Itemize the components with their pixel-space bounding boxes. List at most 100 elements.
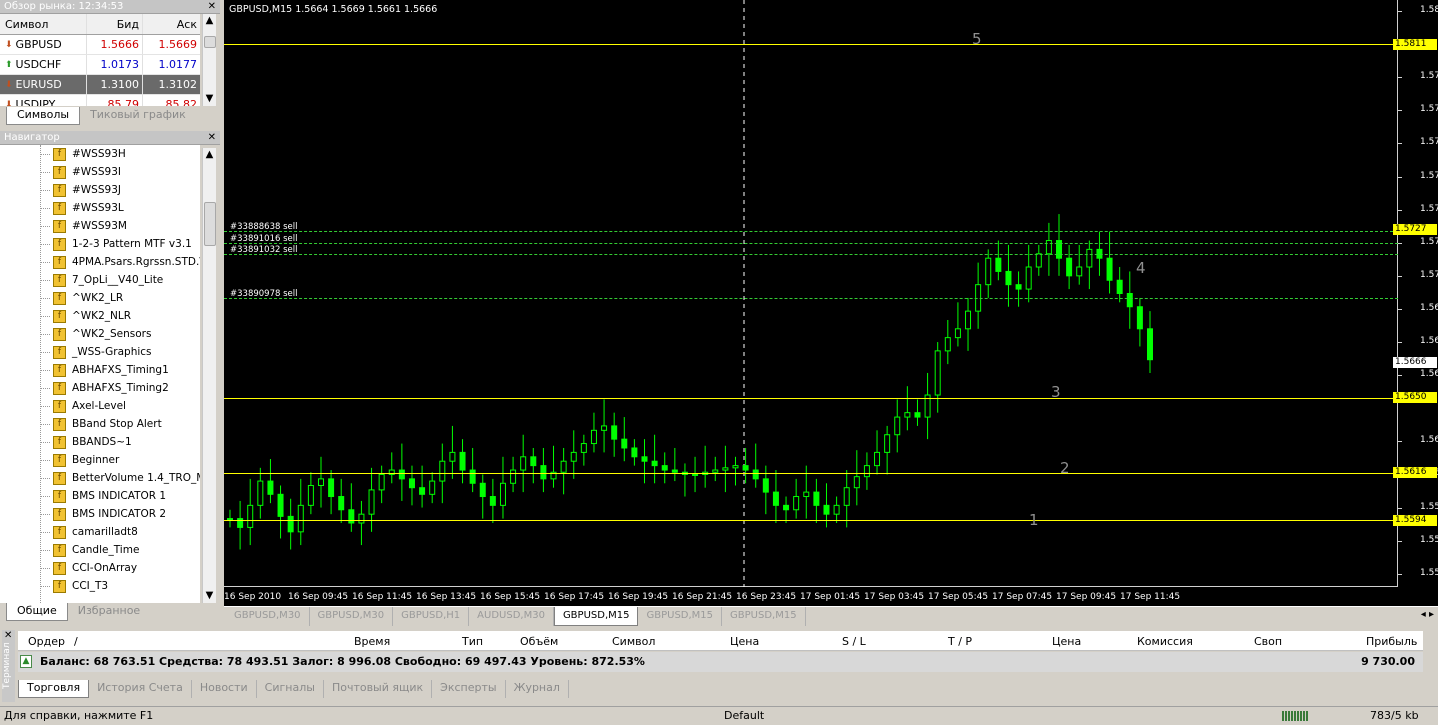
col-time[interactable]: Время: [354, 635, 390, 648]
level-line-3[interactable]: [224, 398, 1398, 399]
order-line-4[interactable]: [224, 298, 1398, 299]
terminal-tab[interactable]: Почтовый ящик: [324, 680, 433, 698]
navigator-item[interactable]: f BBand Stop Alert: [0, 415, 200, 433]
indicator-icon: f: [53, 489, 66, 503]
col-order[interactable]: Ордер: [28, 635, 65, 648]
arrow-down-icon: ⬇: [5, 39, 13, 50]
navigator-item[interactable]: f CCI-OnArray: [0, 559, 200, 577]
bid-cell: 1.3100: [87, 75, 143, 94]
col-price[interactable]: Цена: [730, 635, 759, 648]
col-profit[interactable]: Прибыль: [1366, 635, 1417, 648]
col-bid[interactable]: Бид: [87, 14, 143, 34]
scroll-up-icon[interactable]: ▲: [203, 14, 216, 28]
tab-favorites[interactable]: Избранное: [68, 603, 150, 621]
scroll-thumb[interactable]: [204, 36, 216, 48]
navigator-item[interactable]: f BBANDS~1: [0, 433, 200, 451]
chart-tab[interactable]: GBPUSD,M15: [553, 607, 639, 626]
col-commission[interactable]: Комиссия: [1137, 635, 1193, 648]
tick-mark: [1398, 110, 1402, 112]
col-symbol[interactable]: Символ: [612, 635, 655, 648]
chart-tab[interactable]: GBPUSD,M30: [310, 607, 394, 626]
terminal-tab[interactable]: История Счета: [89, 680, 192, 698]
terminal-tab[interactable]: Торговля: [18, 680, 90, 698]
indicator-icon: f: [53, 273, 66, 287]
navigator-item[interactable]: f #WSS93J: [0, 181, 200, 199]
level-line-1[interactable]: [224, 520, 1398, 521]
navigator-item[interactable]: f 7_OpLi__V40_Lite: [0, 271, 200, 289]
navigator-item[interactable]: f 4PMA.Psars.Rgrssn.STD.V: [0, 253, 200, 271]
navigator-item[interactable]: f #WSS93I: [0, 163, 200, 181]
balance-icon: ▲: [20, 655, 32, 668]
terminal-tab[interactable]: Новости: [192, 680, 257, 698]
navigator-item[interactable]: f ^WK2_Sensors: [0, 325, 200, 343]
tab-tick-chart[interactable]: Тиковый график: [80, 107, 196, 125]
navigator-item[interactable]: f CCI_T3: [0, 577, 200, 595]
navigator-item[interactable]: f ^WK2_LR: [0, 289, 200, 307]
scroll-up-icon[interactable]: ▲: [203, 148, 216, 162]
col-type[interactable]: Тип: [462, 635, 483, 648]
market-row-eurusd[interactable]: ⬇ EURUSD 1.3100 1.3102: [0, 75, 200, 95]
level-line-2[interactable]: [224, 473, 1398, 474]
tab-symbols[interactable]: Символы: [6, 107, 81, 125]
navigator-item[interactable]: f 1-2-3 Pattern MTF v3.1: [0, 235, 200, 253]
chart-plot-area[interactable]: #33888638 sell #33891016 sell #33891032 …: [224, 0, 1398, 587]
chart-window[interactable]: #33888638 sell #33891016 sell #33891032 …: [224, 0, 1438, 606]
terminal-tab[interactable]: Сигналы: [257, 680, 324, 698]
col-volume[interactable]: Объём: [520, 635, 558, 648]
balance-row[interactable]: ▲ Баланс: 68 763.51 Средства: 78 493.51 …: [18, 652, 1423, 672]
order-line-3[interactable]: [224, 254, 1398, 255]
navigator-scrollbar[interactable]: ▲ ▼: [202, 148, 216, 603]
navigator-item[interactable]: f #WSS93H: [0, 145, 200, 163]
market-row-usdchf[interactable]: ⬆ USDCHF 1.0173 1.0177: [0, 55, 200, 75]
order-line-1[interactable]: [224, 231, 1398, 232]
scroll-thumb[interactable]: [204, 202, 216, 246]
terminal-tab[interactable]: Журнал: [506, 680, 569, 698]
chart-tab[interactable]: GBPUSD,M15: [722, 607, 806, 626]
navigator-item[interactable]: f ABHAFXS_Timing2: [0, 379, 200, 397]
chart-tab[interactable]: GBPUSD,M30: [226, 607, 310, 626]
col-swap[interactable]: Своп: [1254, 635, 1282, 648]
navigator-item[interactable]: f BetterVolume 1.4_TRO_MO: [0, 469, 200, 487]
market-row-gbpusd[interactable]: ⬇ GBPUSD 1.5666 1.5669: [0, 35, 200, 55]
tab-scroll-icon[interactable]: ◂ ▸: [1421, 609, 1434, 620]
candle: [510, 456, 517, 493]
navigator-item[interactable]: f #WSS93L: [0, 199, 200, 217]
navigator-item[interactable]: f BMS INDICATOR 2: [0, 505, 200, 523]
col-symbol[interactable]: Символ: [0, 14, 87, 34]
navigator-item[interactable]: f Beginner: [0, 451, 200, 469]
market-watch-scrollbar[interactable]: ▲ ▼: [202, 14, 216, 106]
tab-common[interactable]: Общие: [6, 603, 68, 621]
col-price-2[interactable]: Цена: [1052, 635, 1081, 648]
candle: [813, 478, 820, 524]
close-icon[interactable]: ✕: [208, 131, 216, 145]
navigator-item[interactable]: f BMS INDICATOR 1: [0, 487, 200, 505]
navigator-item[interactable]: f camarilladt8: [0, 523, 200, 541]
terminal-tab[interactable]: Эксперты: [432, 680, 506, 698]
order-line-2[interactable]: [224, 243, 1398, 244]
navigator-item[interactable]: f _WSS-Graphics: [0, 343, 200, 361]
navigator-item[interactable]: f Axel-Level: [0, 397, 200, 415]
market-row-usdjpy[interactable]: ⬇ USDJPY 85.79 85.82: [0, 95, 200, 106]
close-icon[interactable]: ✕: [4, 630, 12, 641]
navigator-item[interactable]: f ^WK2_NLR: [0, 307, 200, 325]
col-ask[interactable]: Аск: [143, 14, 200, 34]
col-sl[interactable]: S / L: [842, 635, 866, 648]
close-icon[interactable]: ✕: [208, 0, 216, 14]
col-tp[interactable]: T / P: [948, 635, 972, 648]
scroll-down-icon[interactable]: ▼: [203, 92, 216, 106]
chart-tab[interactable]: AUDUSD,M30: [469, 607, 554, 626]
navigator-item[interactable]: f Candle_Time: [0, 541, 200, 559]
time-tick: 16 Sep 21:45: [672, 592, 733, 602]
level-line-5[interactable]: [224, 44, 1398, 45]
scroll-down-icon[interactable]: ▼: [203, 589, 216, 603]
status-profile[interactable]: Default: [724, 707, 764, 725]
candle: [914, 399, 921, 426]
chart-tab[interactable]: GBPUSD,H1: [393, 607, 470, 626]
price-tick: 1.5674: [1420, 336, 1438, 347]
chart-tab[interactable]: GBPUSD,M15: [638, 607, 723, 626]
navigator-item[interactable]: f ABHAFXS_Timing1: [0, 361, 200, 379]
navigator-item[interactable]: f #WSS93M: [0, 217, 200, 235]
candle: [1056, 214, 1063, 276]
price-tick: 1.5629: [1420, 435, 1438, 446]
status-bar: Для справки, нажмите F1 Default 783/5 kb: [0, 706, 1438, 725]
